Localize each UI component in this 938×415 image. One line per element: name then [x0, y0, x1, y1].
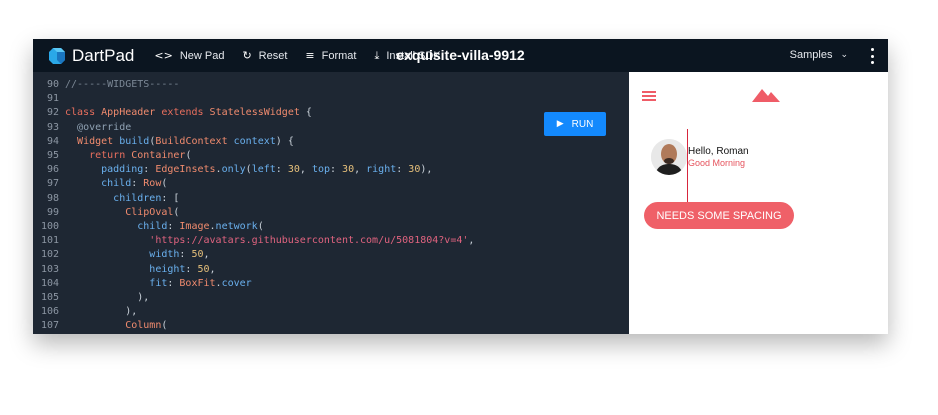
code-line[interactable]: 105 ),	[33, 291, 149, 305]
run-button[interactable]: ▶ RUN	[544, 112, 606, 136]
code-line[interactable]: 103 height: 50,	[33, 263, 216, 277]
line-number: 97	[46, 178, 59, 190]
line-number: 106	[40, 306, 59, 318]
code-text[interactable]: padding: EdgeInsets.only(left: 30, top: …	[65, 164, 432, 175]
line-number: 102	[40, 249, 59, 261]
line-number: 101	[40, 235, 59, 247]
download-icon: ⤓	[374, 48, 380, 62]
run-label: RUN	[571, 118, 594, 130]
code-line[interactable]: 98 children: [	[33, 192, 179, 206]
line-number: 90	[46, 79, 59, 90]
format-label: Format	[321, 49, 357, 62]
dartpad-window: DartPad <> New Pad ↻ Reset ≡ Format ⤓ In…	[33, 39, 888, 334]
code-text[interactable]: @override	[65, 122, 131, 133]
install-sdk-label: Install SDK	[386, 49, 441, 62]
play-icon: ▶	[556, 119, 564, 129]
code-line[interactable]: 94 Widget build(BuildContext context) {	[33, 135, 294, 149]
hamburger-menu-icon[interactable]	[642, 91, 656, 101]
line-number: 104	[40, 277, 59, 289]
code-text[interactable]: ClipOval(	[65, 207, 179, 218]
code-line[interactable]: 91	[33, 92, 65, 106]
code-line[interactable]: 99 ClipOval(	[33, 206, 179, 220]
code-line[interactable]: 104 fit: BoxFit.cover	[33, 277, 252, 291]
code-line[interactable]: 106 ),	[33, 305, 137, 319]
refresh-icon: ↻	[242, 49, 252, 62]
code-line[interactable]: 100 child: Image.network(	[33, 220, 264, 234]
code-line[interactable]: 107 Column(	[33, 319, 167, 333]
code-text[interactable]: child: Row(	[65, 178, 167, 189]
code-line[interactable]: 95 return Container(	[33, 149, 192, 163]
line-number: 92	[46, 107, 59, 119]
avatar-portrait	[651, 139, 687, 175]
app-preview: Hello, Roman Good Morning NEEDS SOME SPA…	[629, 72, 888, 334]
format-lines-icon: ≡	[305, 49, 315, 62]
code-line[interactable]: 90 //-----WIDGETS-----	[33, 78, 179, 92]
brand-name: DartPad	[72, 45, 135, 65]
format-button[interactable]: ≡ Format	[305, 49, 356, 62]
mountain-logo-icon	[752, 89, 780, 102]
code-text[interactable]: ),	[65, 292, 149, 303]
code-text[interactable]: return Container(	[65, 150, 191, 161]
code-line[interactable]: 97 child: Row(	[33, 177, 167, 191]
code-text[interactable]: ),	[65, 306, 137, 317]
new-pad-button[interactable]: <> New Pad	[154, 49, 224, 62]
avatar	[651, 139, 687, 175]
code-line[interactable]: 92 class AppHeader extends StatelessWidge…	[33, 106, 312, 120]
line-number: 105	[40, 292, 59, 303]
code-text[interactable]: child: Image.network(	[65, 221, 263, 232]
code-text[interactable]: class AppHeader extends StatelessWidget …	[65, 107, 312, 118]
code-text[interactable]: //-----WIDGETS-----	[65, 79, 179, 90]
samples-label: Samples	[789, 49, 833, 61]
new-pad-label: New Pad	[179, 49, 225, 62]
samples-dropdown[interactable]: Samples ⌄	[790, 49, 848, 61]
reset-button[interactable]: ↻ Reset	[242, 49, 287, 62]
needs-spacing-button[interactable]: NEEDS SOME SPACING	[644, 202, 794, 229]
code-text[interactable]: width: 50,	[65, 249, 209, 260]
chevron-down-icon: ⌄	[840, 50, 848, 60]
line-number: 96	[46, 164, 59, 176]
code-editor[interactable]: 90 //-----WIDGETS----- 91 92 class AppHeader…	[33, 72, 628, 334]
user-name: Hello, Roman	[688, 146, 749, 157]
line-number: 93	[46, 121, 59, 133]
code-text[interactable]: fit: BoxFit.cover	[65, 278, 251, 289]
install-sdk-button[interactable]: ⤓ Install SDK	[374, 49, 440, 63]
line-number: 91	[46, 93, 59, 105]
code-text[interactable]: children: [	[65, 193, 179, 204]
line-number: 100	[40, 221, 59, 232]
line-number: 103	[40, 263, 59, 275]
greeting: Good Morning	[688, 158, 746, 168]
code-line[interactable]: 102 width: 50,	[33, 248, 210, 262]
dart-logo-icon	[49, 47, 65, 64]
top-toolbar: DartPad <> New Pad ↻ Reset ≡ Format ⤓ In…	[33, 39, 888, 72]
code-text[interactable]: Widget build(BuildContext context) {	[65, 136, 294, 147]
code-text[interactable]: Column(	[65, 320, 167, 331]
code-text[interactable]: 'https://avatars.githubusercontent.com/u…	[65, 235, 474, 246]
code-icon: <>	[154, 49, 173, 62]
dartpad-logo[interactable]: DartPad	[48, 46, 134, 66]
more-vertical-icon[interactable]	[870, 48, 874, 64]
code-text[interactable]: height: 50,	[65, 264, 215, 275]
code-line[interactable]: 96 padding: EdgeInsets.only(left: 30, to…	[33, 163, 432, 177]
code-line[interactable]: 101 'https://avatars.githubusercontent.c…	[33, 234, 474, 248]
line-number: 99	[46, 206, 59, 218]
code-line[interactable]: 93 @override	[33, 121, 131, 135]
line-number: 94	[46, 135, 59, 147]
reset-label: Reset	[258, 49, 288, 62]
line-number: 107	[40, 320, 59, 332]
line-number: 95	[46, 150, 59, 161]
line-number: 98	[46, 192, 59, 204]
